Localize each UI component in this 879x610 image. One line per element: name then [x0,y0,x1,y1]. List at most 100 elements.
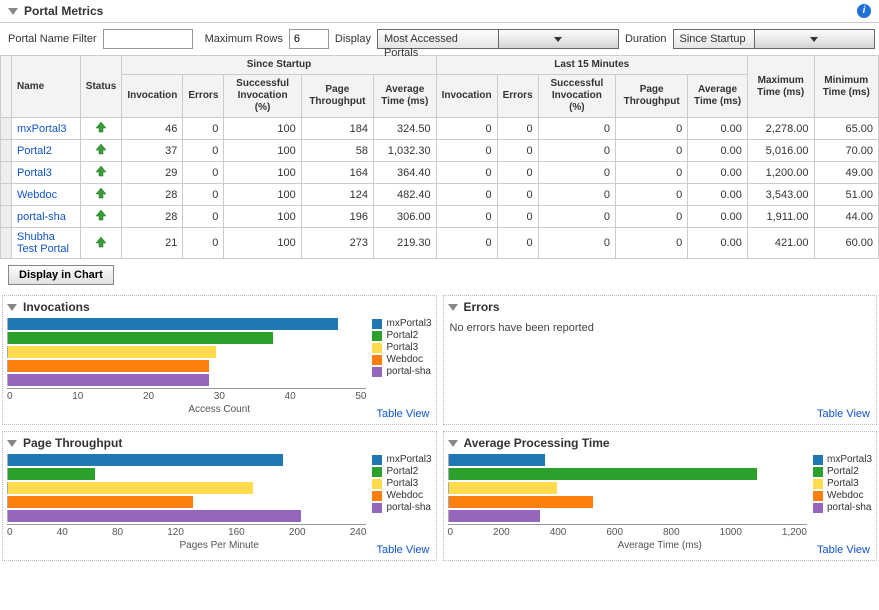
col-min[interactable]: Minimum Time (ms) [814,56,879,118]
cell: 100 [224,140,301,162]
axis-tick: 200 [289,527,306,538]
row-handle[interactable] [1,140,12,162]
row-handle[interactable] [1,228,12,259]
legend-swatch [372,479,382,489]
table-row[interactable]: Webdoc280100124482.4000000.003,543.0051.… [1,184,879,206]
collapse-icon[interactable] [7,440,17,447]
table-view-link[interactable]: Table View [377,544,430,556]
col-succ2[interactable]: Successful Invocation (%) [538,75,615,118]
legend-label: Portal3 [386,342,418,353]
status-cell [80,162,122,184]
table-row[interactable]: Shubha Test Portal210100273219.3000000.0… [1,228,879,259]
cell: 70.00 [814,140,879,162]
table-view-link[interactable]: Table View [377,408,430,420]
filter-bar: Portal Name Filter Maximum Rows Display … [0,23,879,55]
legend-item: Webdoc [813,490,872,501]
collapse-icon[interactable] [8,8,18,15]
cell: 100 [224,228,301,259]
legend-item: Webdoc [372,354,431,365]
legend-swatch [372,319,382,329]
status-cell [80,184,122,206]
chart-legend: mxPortal3Portal2Portal3Webdocportal-sha [372,318,431,402]
cell: 0 [436,118,497,140]
row-handle[interactable] [1,206,12,228]
portal-name-link[interactable]: portal-sha [12,206,81,228]
metrics-table: Name Status Since Startup Last 15 Minute… [0,55,879,259]
axis-tick: 30 [214,391,225,402]
cell: 37 [122,140,183,162]
table-row[interactable]: portal-sha280100196306.0000000.001,911.0… [1,206,879,228]
row-handle[interactable] [1,118,12,140]
chart-bar [448,468,807,480]
display-select[interactable]: Most Accessed Portals [377,29,619,49]
row-handle[interactable] [1,162,12,184]
col-max[interactable]: Maximum Time (ms) [747,56,814,118]
chart-legend: mxPortal3Portal2Portal3Webdocportal-sha [372,454,431,538]
cell: 0 [497,228,538,259]
display-in-chart-button[interactable]: Display in Chart [8,265,114,285]
col-name[interactable]: Name [12,56,81,118]
x-axis: 04080120160200240 [7,524,366,538]
cell: 0.00 [688,162,748,184]
chart-bar [7,510,366,522]
col-avg2[interactable]: Average Time (ms) [688,75,748,118]
chart-bar [7,346,366,358]
col-inv1[interactable]: Invocation [122,75,183,118]
axis-tick: 20 [143,391,154,402]
info-icon[interactable]: i [857,4,871,18]
cell: 0.00 [688,206,748,228]
collapse-icon[interactable] [448,304,458,311]
col-page1[interactable]: Page Throughput [301,75,373,118]
col-status[interactable]: Status [80,56,122,118]
duration-select[interactable]: Since Startup [673,29,875,49]
portal-name-link[interactable]: Webdoc [12,184,81,206]
portal-name-link[interactable]: Portal2 [12,140,81,162]
col-succ1[interactable]: Successful Invocation (%) [224,75,301,118]
cell: 100 [224,118,301,140]
axis-tick: 40 [57,527,68,538]
cell: 0.00 [688,140,748,162]
cell: 324.50 [373,118,436,140]
chart-bar [7,318,366,330]
cell: 273 [301,228,373,259]
collapse-icon[interactable] [448,440,458,447]
cell: 124 [301,184,373,206]
cell: 0.00 [688,184,748,206]
display-select-value: Most Accessed Portals [378,30,498,48]
col-err1[interactable]: Errors [183,75,224,118]
axis-tick: 40 [285,391,296,402]
row-handle[interactable] [1,184,12,206]
col-inv2[interactable]: Invocation [436,75,497,118]
cell: 5,016.00 [747,140,814,162]
cell: 196 [301,206,373,228]
portal-name-link[interactable]: Shubha Test Portal [12,228,81,259]
cell: 100 [224,206,301,228]
portal-name-filter-input[interactable] [103,29,193,49]
portal-name-link[interactable]: mxPortal3 [12,118,81,140]
legend-label: mxPortal3 [827,454,872,465]
table-row[interactable]: Portal3290100164364.4000000.001,200.0049… [1,162,879,184]
cell: 0 [436,206,497,228]
collapse-icon[interactable] [7,304,17,311]
legend-swatch [813,467,823,477]
axis-tick: 80 [112,527,123,538]
col-avg1[interactable]: Average Time (ms) [373,75,436,118]
axis-tick: 1000 [720,527,742,538]
axis-tick: 0 [7,391,13,402]
cell: 184 [301,118,373,140]
max-rows-input[interactable] [289,29,329,49]
table-view-link[interactable]: Table View [817,408,870,420]
legend-label: Portal2 [386,330,418,341]
table-row[interactable]: mxPortal3460100184324.5000000.002,278.00… [1,118,879,140]
portal-name-link[interactable]: Portal3 [12,162,81,184]
col-err2[interactable]: Errors [497,75,538,118]
table-view-link[interactable]: Table View [817,544,870,556]
legend-swatch [372,467,382,477]
chevron-down-icon [498,30,618,48]
legend-swatch [813,491,823,501]
table-row[interactable]: Portal2370100581,032.3000000.005,016.007… [1,140,879,162]
cell: 306.00 [373,206,436,228]
legend-label: mxPortal3 [386,454,431,465]
col-page2[interactable]: Page Throughput [616,75,688,118]
cell: 0 [538,140,615,162]
